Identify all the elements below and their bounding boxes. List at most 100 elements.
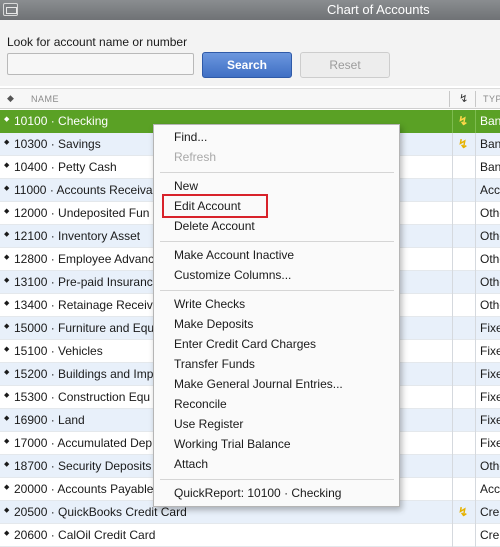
- menu-item[interactable]: Delete Account: [174, 219, 255, 233]
- account-name: 12100 · Inventory Asset: [14, 229, 141, 243]
- menu-item[interactable]: Transfer Funds: [174, 357, 255, 371]
- menu-item[interactable]: Reconcile: [174, 397, 227, 411]
- lightning-bolt-icon[interactable]: ↯: [459, 92, 468, 105]
- account-name: 10300 · Savings: [14, 137, 101, 151]
- menu-item[interactable]: QuickReport: 10100 · Checking: [174, 486, 341, 500]
- column-divider: [475, 455, 476, 478]
- column-divider: [452, 524, 453, 547]
- sort-diamond-icon[interactable]: ◆: [7, 93, 14, 104]
- account-name: 11000 · Accounts Receiva: [14, 183, 153, 197]
- account-type: Othe: [480, 275, 500, 289]
- account-type: Ban: [480, 114, 500, 128]
- menu-item[interactable]: New: [174, 179, 198, 193]
- column-divider: [475, 317, 476, 340]
- account-name: 20600 · CalOil Credit Card: [14, 528, 156, 542]
- account-name: 10400 · Petty Cash: [14, 160, 117, 174]
- column-divider: [475, 271, 476, 294]
- column-divider: [475, 478, 476, 501]
- column-header-name[interactable]: NAME: [31, 94, 59, 104]
- column-divider: [452, 501, 453, 524]
- row-diamond-icon[interactable]: ◆: [4, 184, 9, 192]
- row-diamond-icon[interactable]: ◆: [4, 506, 9, 514]
- row-diamond-icon[interactable]: ◆: [4, 299, 9, 307]
- menu-item[interactable]: Edit Account: [174, 199, 241, 213]
- menu-item[interactable]: Customize Columns...: [174, 268, 291, 282]
- row-diamond-icon[interactable]: ◆: [4, 483, 9, 491]
- account-name: 13400 · Retainage Receiv: [14, 298, 153, 312]
- column-divider: [452, 478, 453, 501]
- row-diamond-icon[interactable]: ◆: [4, 391, 9, 399]
- reset-button[interactable]: Reset: [300, 52, 390, 78]
- account-row[interactable]: ◆ 20600 · CalOil Credit Card Cre: [0, 524, 500, 547]
- lightning-bolt-icon: ↯: [458, 505, 469, 519]
- row-diamond-icon[interactable]: ◆: [4, 414, 9, 422]
- menu-separator: [160, 479, 394, 480]
- row-diamond-icon[interactable]: ◆: [4, 161, 9, 169]
- context-menu: Find... Refresh New Edit Account Delete Acco…: [153, 124, 400, 507]
- account-name: 13100 · Pre-paid Insuranc: [14, 275, 153, 289]
- column-divider: [475, 91, 476, 107]
- column-divider: [475, 340, 476, 363]
- row-diamond-icon[interactable]: ◆: [4, 253, 9, 261]
- row-diamond-icon[interactable]: ◆: [4, 138, 9, 146]
- column-divider: [452, 340, 453, 363]
- account-type: Othe: [480, 252, 500, 266]
- account-name: 17000 · Accumulated Dep: [14, 436, 153, 450]
- menu-item: Refresh: [174, 150, 217, 164]
- row-diamond-icon[interactable]: ◆: [4, 115, 9, 123]
- column-divider: [475, 225, 476, 248]
- account-name: 16900 · Land: [14, 413, 85, 427]
- column-divider: [452, 271, 453, 294]
- row-diamond-icon[interactable]: ◆: [4, 345, 9, 353]
- account-type: Acc: [480, 183, 500, 197]
- search-input[interactable]: [7, 53, 194, 75]
- row-diamond-icon[interactable]: ◆: [4, 230, 9, 238]
- column-header-type[interactable]: TYP: [483, 94, 500, 104]
- column-divider: [475, 248, 476, 271]
- column-divider: [475, 363, 476, 386]
- column-divider: [452, 110, 453, 133]
- account-type: Fixe: [480, 321, 500, 335]
- menu-item[interactable]: Enter Credit Card Charges: [174, 337, 316, 351]
- account-type: Othe: [480, 459, 500, 473]
- account-name: 15300 · Construction Equ: [14, 390, 151, 404]
- lightning-bolt-icon: ↯: [458, 137, 469, 151]
- column-divider: [475, 501, 476, 524]
- menu-item[interactable]: Use Register: [174, 417, 243, 431]
- account-name: 10100 · Checking: [14, 114, 109, 128]
- row-diamond-icon[interactable]: ◆: [4, 529, 9, 537]
- column-divider: [449, 91, 450, 107]
- column-divider: [452, 248, 453, 271]
- account-name: 18700 · Security Deposits: [14, 459, 152, 473]
- search-button[interactable]: Search: [202, 52, 292, 78]
- account-type: Ban: [480, 160, 500, 174]
- row-diamond-icon[interactable]: ◆: [4, 460, 9, 468]
- window-title: Chart of Accounts: [327, 2, 430, 17]
- menu-item[interactable]: Working Trial Balance: [174, 437, 291, 451]
- row-diamond-icon[interactable]: ◆: [4, 437, 9, 445]
- row-diamond-icon[interactable]: ◆: [4, 207, 9, 215]
- table-header: ◆ NAME ↯ TYP: [0, 88, 500, 109]
- menu-item[interactable]: Make Deposits: [174, 317, 253, 331]
- menu-item[interactable]: Write Checks: [174, 297, 245, 311]
- account-name: 15000 · Furniture and Equ: [14, 321, 155, 335]
- menu-item[interactable]: Make Account Inactive: [174, 248, 294, 262]
- account-name: 20000 · Accounts Payable: [14, 482, 154, 496]
- column-divider: [452, 409, 453, 432]
- column-divider: [475, 409, 476, 432]
- menu-item[interactable]: Attach: [174, 457, 208, 471]
- column-divider: [452, 294, 453, 317]
- menu-item[interactable]: Make General Journal Entries...: [174, 377, 343, 391]
- search-panel: Look for account name or number Search R…: [0, 20, 500, 86]
- row-diamond-icon[interactable]: ◆: [4, 276, 9, 284]
- menu-separator: [160, 290, 394, 291]
- account-type: Acc: [480, 482, 500, 496]
- lightning-bolt-icon: ↯: [458, 114, 469, 128]
- menu-item[interactable]: Find...: [174, 130, 207, 144]
- row-diamond-icon[interactable]: ◆: [4, 368, 9, 376]
- window-menu-icon[interactable]: [3, 3, 18, 16]
- account-type: Cre: [480, 528, 500, 542]
- row-diamond-icon[interactable]: ◆: [4, 322, 9, 330]
- column-divider: [475, 294, 476, 317]
- column-divider: [452, 317, 453, 340]
